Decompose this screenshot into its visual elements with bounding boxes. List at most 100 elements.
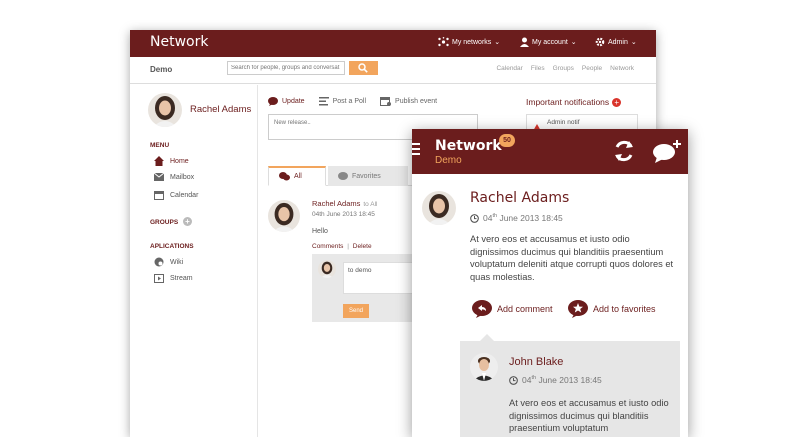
sidebar-item-wiki[interactable]: Wiki: [154, 257, 183, 267]
reply-pointer: [480, 334, 494, 341]
hamburger-icon[interactable]: [412, 143, 420, 158]
sidebar-item-label: Stream: [170, 275, 193, 282]
my-account-label: My account: [532, 38, 568, 46]
link-files[interactable]: Files: [531, 65, 545, 72]
avatar[interactable]: [470, 353, 498, 381]
post-text: At vero eos et accusamus et iusto odio d…: [470, 234, 674, 282]
comment-date: 04th June 2013 18:45: [509, 375, 602, 385]
refresh-icon[interactable]: [612, 138, 636, 164]
my-networks-label: My networks: [452, 38, 492, 46]
link-groups[interactable]: Groups: [553, 65, 574, 72]
notifications-title: Important notifications +: [526, 97, 622, 107]
sidebar-item-stream[interactable]: Stream: [154, 274, 193, 283]
comment-author[interactable]: John Blake: [509, 356, 563, 368]
admin-menu[interactable]: Admin ⌄: [595, 37, 637, 47]
post-author: Rachel Adams to All: [312, 199, 377, 208]
comment-date-text: 04th June 2013 18:45: [522, 375, 602, 385]
notification-badge[interactable]: 50: [499, 134, 515, 147]
tab-publish-event[interactable]: Publish event: [380, 96, 437, 106]
avatar-photo: [318, 260, 336, 278]
gear-icon: [595, 37, 605, 47]
search-button[interactable]: [349, 61, 378, 75]
tab-favorites[interactable]: Favorites: [328, 166, 408, 186]
post-date: 04th June 2013 18:45: [312, 211, 375, 218]
top-bar: Network My networks ⌄ My account ⌄ Admin…: [130, 30, 656, 57]
tab-label: All: [294, 173, 302, 180]
sidebar-item-home[interactable]: Home: [154, 156, 189, 166]
post-date: 04th June 2013 18:45: [470, 213, 563, 223]
add-favorites-button[interactable]: Add to favorites: [568, 300, 656, 318]
groups-label: GROUPS: [150, 219, 179, 226]
delete-link[interactable]: Delete: [353, 243, 372, 250]
sidebar: Rachel Adams MENU Home Mailbox Calendar …: [130, 85, 258, 437]
avatar[interactable]: [268, 200, 300, 232]
separator: |: [347, 243, 349, 250]
chevron-down-icon: ⌄: [494, 39, 501, 46]
post-author[interactable]: Rachel Adams: [470, 190, 569, 206]
tab-label: Publish event: [395, 97, 438, 105]
user-icon: [520, 37, 529, 47]
sidebar-item-calendar[interactable]: Calendar: [154, 190, 198, 200]
sidebar-item-label: Wiki: [170, 258, 184, 266]
network-name[interactable]: Demo: [150, 65, 172, 74]
new-message-icon[interactable]: [652, 138, 684, 164]
poll-icon: [318, 96, 329, 105]
sub-nav-links: Calendar Files Groups People Network: [496, 65, 634, 72]
chevron-down-icon: ⌄: [630, 39, 637, 46]
mail-icon: [154, 173, 164, 181]
add-comment-button[interactable]: Add comment: [472, 300, 553, 318]
notifications-label: Important notifications: [526, 97, 610, 107]
link-calendar[interactable]: Calendar: [496, 65, 522, 72]
reply-input[interactable]: to demo: [343, 262, 415, 294]
sidebar-item-mailbox[interactable]: Mailbox: [154, 173, 194, 181]
composer-tabs: Update Post a Poll Publish event: [268, 96, 437, 106]
star-bubble-icon: [568, 300, 588, 318]
star-bubble-icon: [338, 171, 348, 180]
network-icon: [438, 37, 449, 47]
user-name[interactable]: Rachel Adams: [190, 104, 251, 115]
tab-all[interactable]: All: [268, 166, 326, 186]
wiki-icon: [154, 257, 164, 267]
sub-bar: Demo Calendar Files Groups People Networ…: [130, 57, 656, 84]
link-people[interactable]: People: [582, 65, 602, 72]
stream-icon: [154, 274, 164, 283]
avatar-photo: [148, 93, 182, 127]
add-notification-icon[interactable]: +: [612, 97, 622, 107]
post-author-name[interactable]: Rachel Adams: [312, 199, 360, 208]
avatar[interactable]: [148, 93, 182, 127]
post-actions: Comments | Delete: [312, 243, 372, 250]
brand-logo[interactable]: Network: [150, 34, 208, 50]
apps-heading: APLICATIONS: [150, 243, 194, 250]
chat-icon: [279, 172, 290, 181]
comment-text: At vero eos et accusamus et iusto odio d…: [509, 398, 669, 433]
add-group-icon[interactable]: +: [182, 217, 192, 226]
comment-item: John Blake 04th June 2013 18:45 At vero …: [460, 341, 680, 437]
link-network[interactable]: Network: [610, 65, 634, 72]
tab-label: Post a Poll: [332, 97, 367, 105]
date-rest: June 2013 18:45: [497, 213, 563, 223]
feed-tabs: All Favorites: [268, 166, 428, 186]
search-icon: [358, 63, 368, 73]
avatar-photo: [470, 353, 498, 381]
tab-update[interactable]: Update: [268, 96, 305, 106]
my-networks-menu[interactable]: My networks ⌄: [438, 37, 500, 47]
add-favorites-label: Add to favorites: [593, 304, 656, 314]
search-input[interactable]: [227, 61, 345, 75]
mobile-header: Network 50 Demo: [412, 129, 688, 174]
calendar-icon: [154, 191, 164, 200]
send-button[interactable]: Send: [343, 304, 369, 318]
avatar[interactable]: [422, 191, 456, 225]
groups-heading: GROUPS +: [150, 217, 192, 226]
post-date-text: 04th June 2013 18:45: [483, 213, 563, 223]
sidebar-item-label: Calendar: [170, 191, 199, 199]
calendar-add-icon: [380, 97, 392, 106]
add-comment-label: Add comment: [497, 304, 553, 314]
my-account-menu[interactable]: My account ⌄: [520, 37, 577, 47]
tab-post-poll[interactable]: Post a Poll: [318, 96, 367, 106]
clock-icon: [509, 375, 518, 385]
comments-link[interactable]: Comments: [312, 243, 343, 250]
date-rest: June 2013 18:45: [536, 375, 602, 385]
mobile-window: Network 50 Demo Rachel Adams 04th June 2…: [412, 129, 688, 437]
notification-item[interactable]: Admin notif: [547, 119, 580, 126]
mobile-brand[interactable]: Network: [435, 138, 502, 154]
